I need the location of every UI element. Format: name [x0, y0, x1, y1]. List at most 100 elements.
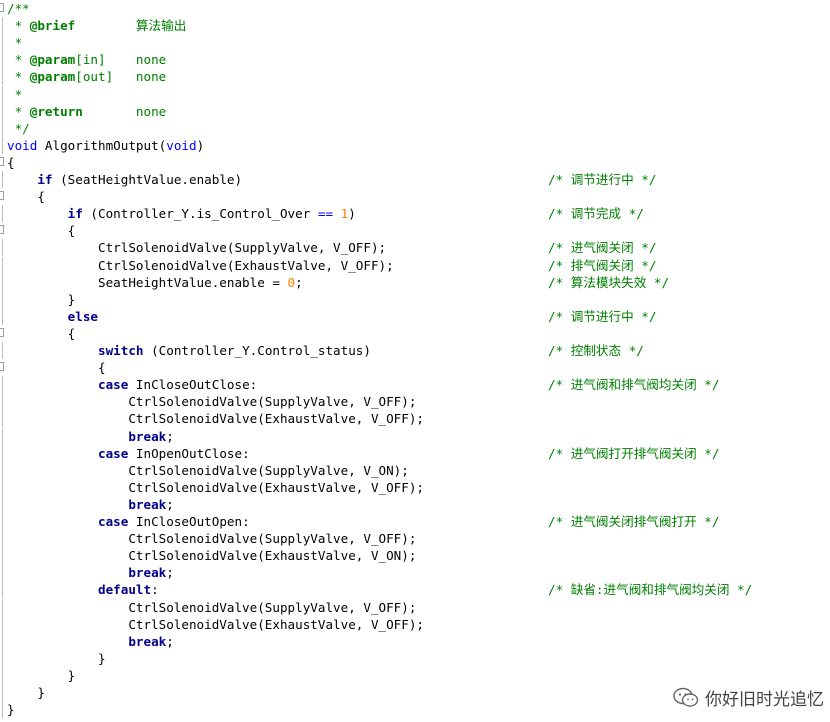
fold-guide	[0, 205, 6, 223]
code-line[interactable]: if (Controller_Y.is_Control_Over == 1) /*…	[0, 205, 830, 223]
code-line[interactable]: {	[0, 188, 830, 205]
code-line[interactable]: * @param[out] none	[0, 68, 830, 86]
code-token: ;	[166, 496, 174, 512]
code-text: switch (Controller_Y.Control_status)	[7, 342, 371, 359]
code-line[interactable]: * @param[in] none	[0, 51, 830, 69]
code-line[interactable]: /**	[0, 0, 830, 17]
code-token: AlgorithmOutput(	[37, 137, 167, 153]
code-text: if (SeatHeightValue.enable)	[7, 171, 242, 188]
inline-comment: /* 进气阀和排气阀均关闭 */	[548, 377, 720, 393]
code-line[interactable]: {	[0, 325, 830, 342]
fold-guide	[0, 649, 6, 667]
code-line[interactable]: case InCloseOutOpen: /* 进气阀关闭排气阀打开 */	[0, 513, 830, 530]
code-line[interactable]: break;	[0, 632, 830, 650]
code-text: {	[7, 222, 76, 239]
code-token: *	[7, 35, 23, 51]
inline-comment: /* 调节进行中 */	[548, 308, 657, 324]
fold-guide	[0, 239, 6, 257]
code-token: *	[7, 18, 30, 34]
code-line[interactable]: case InOpenOutClose: /* 进气阀打开排气阀关闭 */	[0, 444, 830, 462]
fold-guide	[0, 136, 6, 154]
code-text: break;	[7, 428, 174, 445]
code-line[interactable]: break;	[0, 495, 830, 513]
code-text: if (Controller_Y.is_Control_Over == 1)	[7, 205, 356, 222]
code-text: CtrlSolenoidValve(SupplyValve, V_OFF);	[7, 239, 386, 256]
code-text: }	[7, 684, 45, 701]
code-token: ;	[166, 565, 174, 581]
code-editor[interactable]: /** * @brief 算法输出 * * @param[in] none * …	[0, 0, 830, 722]
code-line[interactable]: * @brief 算法输出	[0, 17, 830, 35]
code-line[interactable]: CtrlSolenoidValve(ExhaustValve, V_OFF);	[0, 478, 830, 496]
code-line[interactable]: }	[0, 290, 830, 308]
code-text: case InOpenOutClose:	[7, 445, 250, 462]
fold-guide	[0, 684, 6, 701]
code-token: }	[7, 291, 76, 307]
code-line[interactable]: CtrlSolenoidValve(ExhaustValve, V_OFF);	[0, 615, 830, 633]
code-line[interactable]: * @return none	[0, 102, 830, 120]
fold-guide	[0, 495, 6, 513]
fold-guide	[0, 410, 6, 428]
code-text: * @param[out] none	[7, 68, 167, 85]
code-token: if	[37, 172, 53, 187]
fold-marker[interactable]	[0, 154, 6, 171]
code-line[interactable]: {	[0, 359, 830, 376]
code-token: {	[7, 360, 106, 376]
code-token: break	[128, 633, 167, 649]
code-line[interactable]: CtrlSolenoidValve(SupplyValve, V_OFF);	[0, 598, 830, 616]
fold-guide	[0, 34, 6, 52]
fold-marker[interactable]	[0, 188, 6, 205]
code-token: CtrlSolenoidValve(ExhaustValve, V_ON);	[7, 548, 417, 564]
code-token: SeatHeightValue.enable =	[7, 274, 288, 290]
fold-marker[interactable]	[0, 0, 6, 17]
code-line[interactable]: CtrlSolenoidValve(ExhaustValve, V_ON);	[0, 547, 830, 565]
fold-marker[interactable]	[0, 222, 6, 239]
code-line[interactable]: else /* 调节进行中 */	[0, 307, 830, 325]
code-line[interactable]: void AlgorithmOutput(void)	[0, 136, 830, 154]
code-line[interactable]: CtrlSolenoidValve(SupplyValve, V_OFF);	[0, 530, 830, 548]
code-text: }	[7, 650, 106, 667]
fold-guide	[0, 478, 6, 496]
code-line[interactable]: *	[0, 85, 830, 103]
code-line[interactable]: CtrlSolenoidValve(ExhaustValve, V_OFF); /…	[0, 256, 830, 274]
code-line[interactable]: CtrlSolenoidValve(SupplyValve, V_ON);	[0, 461, 830, 479]
code-text: * @return none	[7, 103, 167, 120]
code-line[interactable]: SeatHeightValue.enable = 0; /* 算法模块失效 */	[0, 273, 830, 291]
code-text: else	[7, 308, 98, 325]
code-line[interactable]: }	[0, 649, 830, 667]
code-token: {	[7, 325, 76, 341]
code-text: CtrlSolenoidValve(SupplyValve, V_OFF);	[7, 393, 416, 410]
code-line[interactable]: CtrlSolenoidValve(ExhaustValve, V_OFF);	[0, 410, 830, 428]
fold-guide	[0, 273, 6, 291]
code-line[interactable]: break;	[0, 427, 830, 445]
code-line[interactable]: switch (Controller_Y.Control_status) /* 控…	[0, 342, 830, 359]
code-line[interactable]: if (SeatHeightValue.enable) /* 调节进行中 */	[0, 171, 830, 188]
code-line[interactable]: default: /* 缺省:进气阀和排气阀均关闭 */	[0, 581, 830, 599]
fold-guide	[0, 290, 6, 308]
code-line[interactable]: *	[0, 34, 830, 52]
code-line[interactable]: */	[0, 119, 830, 137]
code-line[interactable]: {	[0, 154, 830, 171]
watermark: 你好旧时光追忆	[673, 685, 824, 710]
code-line[interactable]: break;	[0, 564, 830, 582]
code-text: {	[7, 359, 106, 376]
code-line[interactable]: {	[0, 222, 830, 239]
code-line[interactable]: CtrlSolenoidValve(SupplyValve, V_OFF);	[0, 393, 830, 411]
code-token: }	[7, 702, 15, 718]
code-text: CtrlSolenoidValve(ExhaustValve, V_ON);	[7, 547, 416, 564]
fold-marker[interactable]	[0, 359, 6, 376]
code-text: {	[7, 188, 45, 205]
code-text: default:	[7, 581, 159, 598]
fold-marker[interactable]	[0, 325, 6, 342]
code-token: break	[128, 496, 167, 512]
code-line[interactable]: case InCloseOutClose: /* 进气阀和排气阀均关闭 */	[0, 376, 830, 394]
code-line[interactable]: CtrlSolenoidValve(SupplyValve, V_OFF); /*…	[0, 239, 830, 257]
code-line[interactable]: }	[0, 666, 830, 684]
fold-guide	[0, 171, 6, 188]
code-token: CtrlSolenoidValve(SupplyValve, V_ON);	[7, 462, 409, 478]
